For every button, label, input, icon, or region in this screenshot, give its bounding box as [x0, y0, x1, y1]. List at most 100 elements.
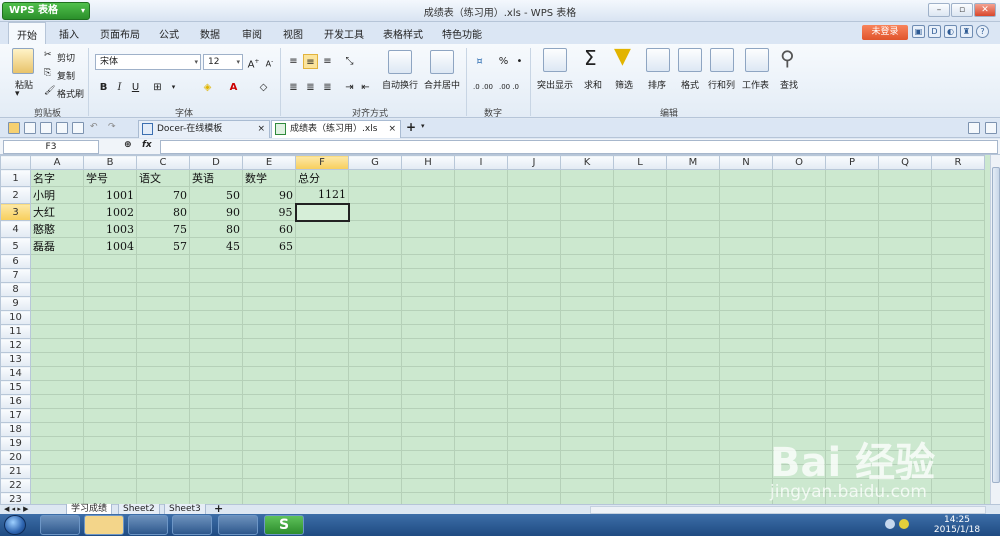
column-header-a[interactable]: A: [30, 155, 84, 170]
select-all-corner[interactable]: [0, 155, 31, 170]
cell-r5[interactable]: [931, 237, 985, 255]
row-header[interactable]: 4: [0, 220, 31, 238]
cell-d8[interactable]: [189, 282, 243, 297]
cell-r13[interactable]: [931, 352, 985, 367]
cell-d3[interactable]: 90: [189, 203, 243, 221]
cell-m22[interactable]: [666, 478, 720, 493]
cell-a22[interactable]: [30, 478, 84, 493]
cell-b20[interactable]: [83, 450, 137, 465]
cell-a15[interactable]: [30, 380, 84, 395]
cell-f6[interactable]: [295, 254, 349, 269]
docer-icon[interactable]: D: [928, 25, 941, 38]
name-box[interactable]: F3: [3, 140, 99, 154]
cell-k2[interactable]: [560, 186, 614, 204]
increase-decimal-button[interactable]: .0 .00: [472, 80, 494, 95]
cell-i16[interactable]: [454, 394, 508, 409]
cell-h22[interactable]: [401, 478, 455, 493]
cell-g23[interactable]: [348, 492, 402, 504]
column-header-f[interactable]: F: [295, 155, 349, 170]
cell-e8[interactable]: [242, 282, 296, 297]
cell-q5[interactable]: [878, 237, 932, 255]
cell-f23[interactable]: [295, 492, 349, 504]
cell-e10[interactable]: [242, 310, 296, 325]
cell-d18[interactable]: [189, 422, 243, 437]
cell-k6[interactable]: [560, 254, 614, 269]
cell-m9[interactable]: [666, 296, 720, 311]
cell-j16[interactable]: [507, 394, 561, 409]
cell-e14[interactable]: [242, 366, 296, 381]
cell-p8[interactable]: [825, 282, 879, 297]
row-header[interactable]: 18: [0, 422, 31, 437]
cell-m18[interactable]: [666, 422, 720, 437]
close-button[interactable]: ✕: [974, 3, 996, 17]
cell-l18[interactable]: [613, 422, 667, 437]
chevron-down-icon[interactable]: ▾: [421, 122, 425, 130]
cell-h18[interactable]: [401, 422, 455, 437]
restore-button[interactable]: ▫: [951, 3, 973, 17]
cell-l4[interactable]: [613, 220, 667, 238]
cell-n11[interactable]: [719, 324, 773, 339]
cell-b5[interactable]: 1004: [83, 237, 137, 255]
cell-o14[interactable]: [772, 366, 826, 381]
cell-i11[interactable]: [454, 324, 508, 339]
row-header[interactable]: 21: [0, 464, 31, 479]
cell-p3[interactable]: [825, 203, 879, 221]
cell-j8[interactable]: [507, 282, 561, 297]
cell-p1[interactable]: [825, 169, 879, 187]
cell-k10[interactable]: [560, 310, 614, 325]
cell-r7[interactable]: [931, 268, 985, 283]
taskbar-app-1[interactable]: [40, 515, 80, 535]
cell-b18[interactable]: [83, 422, 137, 437]
cell-l22[interactable]: [613, 478, 667, 493]
cell-b13[interactable]: [83, 352, 137, 367]
cell-e11[interactable]: [242, 324, 296, 339]
cell-m7[interactable]: [666, 268, 720, 283]
cell-r16[interactable]: [931, 394, 985, 409]
cell-i14[interactable]: [454, 366, 508, 381]
cell-o10[interactable]: [772, 310, 826, 325]
row-header[interactable]: 17: [0, 408, 31, 423]
cell-o17[interactable]: [772, 408, 826, 423]
cell-b11[interactable]: [83, 324, 137, 339]
cell-b9[interactable]: [83, 296, 137, 311]
cell-q13[interactable]: [878, 352, 932, 367]
taskbar-app-4[interactable]: [172, 515, 212, 535]
feedback-icon[interactable]: ◐: [944, 25, 957, 38]
cell-l3[interactable]: [613, 203, 667, 221]
cell-f19[interactable]: [295, 436, 349, 451]
cell-m19[interactable]: [666, 436, 720, 451]
column-header-p[interactable]: P: [825, 155, 879, 170]
cell-i12[interactable]: [454, 338, 508, 353]
cell-h2[interactable]: [401, 186, 455, 204]
cell-k15[interactable]: [560, 380, 614, 395]
cell-d9[interactable]: [189, 296, 243, 311]
cell-i2[interactable]: [454, 186, 508, 204]
cell-m13[interactable]: [666, 352, 720, 367]
cell-h9[interactable]: [401, 296, 455, 311]
cell-k14[interactable]: [560, 366, 614, 381]
cell-d15[interactable]: [189, 380, 243, 395]
print-preview-icon[interactable]: [72, 122, 84, 134]
row-header[interactable]: 14: [0, 366, 31, 381]
italic-button[interactable]: I: [112, 80, 127, 95]
cell-c12[interactable]: [136, 338, 190, 353]
cell-c11[interactable]: [136, 324, 190, 339]
cell-q4[interactable]: [878, 220, 932, 238]
cell-l19[interactable]: [613, 436, 667, 451]
cell-a1[interactable]: 名字: [30, 169, 84, 187]
cell-h20[interactable]: [401, 450, 455, 465]
cell-b1[interactable]: 学号: [83, 169, 137, 187]
cell-j12[interactable]: [507, 338, 561, 353]
column-header-n[interactable]: N: [719, 155, 773, 170]
undo-icon[interactable]: ↶: [90, 122, 98, 132]
cell-l1[interactable]: [613, 169, 667, 187]
cell-m4[interactable]: [666, 220, 720, 238]
cell-g3[interactable]: [348, 203, 402, 221]
cell-e7[interactable]: [242, 268, 296, 283]
comma-icon[interactable]: •: [512, 54, 527, 69]
cell-k1[interactable]: [560, 169, 614, 187]
cell-c17[interactable]: [136, 408, 190, 423]
cell-a2[interactable]: 小明: [30, 186, 84, 204]
cell-f18[interactable]: [295, 422, 349, 437]
cell-q10[interactable]: [878, 310, 932, 325]
